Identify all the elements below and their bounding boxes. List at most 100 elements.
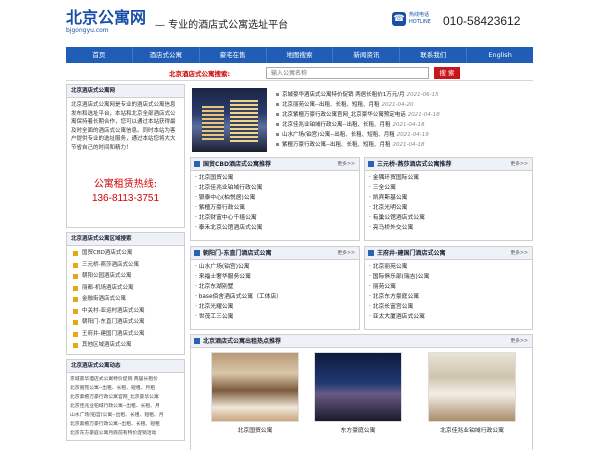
- hotline-block: 公寓租赁热线: 136-8113-3751: [67, 175, 184, 227]
- hotline-label-en: HOTLINE: [409, 19, 431, 25]
- area-item-chaoyangmen[interactable]: 朝阳门-东直门酒店式公寓: [71, 317, 180, 329]
- dynamics-item[interactable]: 山水广场(铂宫)公寓--出租、长租、短租、月: [70, 411, 181, 420]
- list-item[interactable]: · 北京财富中心千禧公寓: [195, 213, 355, 223]
- list-item[interactable]: · 有巢公馆酒店式公寓: [369, 213, 528, 223]
- apartment-photo[interactable]: [211, 352, 299, 422]
- intro-box: 北京酒店式公寓网 北京酒店式公寓网是专业的酒店式公寓信息发布和选址平台，本站和北…: [66, 84, 185, 228]
- list-item[interactable]: · 银泰中心(柏悦居)公寓: [195, 193, 355, 203]
- apartment-photo[interactable]: [314, 352, 402, 422]
- news-item[interactable]: 北京丽苑公寓--出租、长租、短租、月租 2021-04-20: [276, 100, 532, 110]
- news-item[interactable]: 北京紫檀万豪行政公寓官网_北京豪华公寓预定电话 2021-04-18: [276, 110, 532, 120]
- bullet-icon: [276, 113, 279, 116]
- list-item[interactable]: · 山水广场(铂宫)公寓: [195, 262, 355, 272]
- area-item-cbd[interactable]: 国贸CBD酒店式公寓: [71, 248, 180, 260]
- list-item[interactable]: · 北京长富宫公寓: [369, 302, 528, 312]
- list-item[interactable]: · 北京佳兆业铂域行政公寓: [195, 183, 355, 193]
- list-item[interactable]: · base佰舍酒店式公寓（工体店）: [195, 292, 355, 302]
- search-input[interactable]: [266, 67, 429, 79]
- list-item[interactable]: · 亮马桥外交公寓: [369, 223, 528, 233]
- square-bullet-icon: [73, 251, 78, 257]
- area-box: 北京酒店式公寓区域搜索 国贸CBD酒店式公寓 三元桥-燕莎酒店式公寓 朝阳公园酒…: [66, 232, 185, 355]
- list-item[interactable]: · 国际俱乐部(瑞吉)公寓: [369, 272, 528, 282]
- news-item[interactable]: 紫檀万豪行政公寓--出租、长租、短租、月租 2021-04-18: [276, 140, 532, 150]
- photo-card[interactable]: 东方豪庭公寓: [314, 352, 402, 434]
- section-sanyuanqiao: 三元桥-燕莎酒店式公寓推荐 更多>> · 金隅环贸国际公寓 · 三全公寓 · 凯宾…: [364, 157, 533, 241]
- main-nav: 首页 酒店式公寓 豪宅在售 地图搜索 新闻资讯 联系我们 English: [66, 47, 533, 63]
- dynamics-item[interactable]: 北京东方豪庭公寓月底前有特价促销活动: [70, 429, 181, 438]
- hotline-label-cn: 热线电话: [409, 12, 430, 18]
- list-item[interactable]: · 北京丽苑公寓: [369, 262, 528, 272]
- area-item-finance-street[interactable]: 金融街酒店式公寓: [71, 294, 180, 306]
- list-item[interactable]: · 凯宾斯基公寓: [369, 193, 528, 203]
- dynamics-item[interactable]: 京城豪华酒店式公寓特价促销 两居长租价: [70, 375, 181, 384]
- photo-caption[interactable]: 北京佳兆业铂域行政公寓: [428, 425, 516, 434]
- bullet-icon: [276, 123, 279, 126]
- nav-serviced-apartments[interactable]: 酒店式公寓: [133, 47, 200, 63]
- photo-caption[interactable]: 东方豪庭公寓: [314, 425, 402, 434]
- list-item[interactable]: · 北京国贸公寓: [195, 173, 355, 183]
- section-title: 朝阳门-东直门酒店式公寓 更多>>: [191, 247, 359, 260]
- more-link[interactable]: 更多>>: [510, 335, 528, 348]
- more-link[interactable]: 更多>>: [510, 247, 528, 260]
- area-item-sanyuanqiao[interactable]: 三元桥-燕莎酒店式公寓: [71, 260, 180, 272]
- square-bullet-icon: [73, 308, 78, 314]
- photo-card[interactable]: 北京佳兆业铂域行政公寓: [428, 352, 516, 434]
- dynamics-item[interactable]: 北京丽苑公寓--出租、长租、短租、月租: [70, 384, 181, 393]
- home-icon: [368, 249, 374, 256]
- list-item[interactable]: · 紫檀万豪行政公寓: [195, 203, 355, 213]
- apartment-list: · 北京丽苑公寓 · 国际俱乐部(瑞吉)公寓 · 丽苑公寓 · 北京东方豪庭公寓…: [365, 260, 532, 324]
- bullet-icon: [276, 133, 279, 136]
- list-item[interactable]: · 金隅环贸国际公寓: [369, 173, 528, 183]
- photo-caption[interactable]: 北京国贸公寓: [211, 425, 299, 434]
- dynamics-item[interactable]: 北京佳兆业铂域行政公寓--出租、长租、月: [70, 402, 181, 411]
- news-item[interactable]: 北京佳兆业铂域行政公寓--出租、长租、月租 2021-04-18: [276, 120, 532, 130]
- news-list: 京城豪华酒店式公寓特价促销 两居长租价1万元/月 2021-06-15 北京丽苑公…: [276, 90, 532, 150]
- featured-news: 京城豪华酒店式公寓特价促销 两居长租价1万元/月 2021-06-15 北京丽苑公…: [190, 86, 533, 154]
- list-item[interactable]: · 泰禾北京公馆酒店式公寓: [195, 223, 355, 233]
- more-link[interactable]: 更多>>: [337, 247, 355, 260]
- list-item[interactable]: · 北京光耀公寓: [195, 302, 355, 312]
- square-bullet-icon: [73, 297, 78, 303]
- nav-home[interactable]: 首页: [66, 47, 133, 63]
- section-title: 国贸CBD酒店式公寓推荐 更多>>: [191, 158, 359, 171]
- search-bar: 北京酒店式公寓搜索: 搜 索: [66, 64, 533, 81]
- area-item-zhongguancun[interactable]: 中关村-亚运村酒店式公寓: [71, 306, 180, 318]
- apartment-list: · 北京国贸公寓 · 北京佳兆业铂域行政公寓 · 银泰中心(柏悦居)公寓 · 紫…: [191, 171, 359, 235]
- list-item[interactable]: · 丽苑公寓: [369, 282, 528, 292]
- area-item-other[interactable]: 其他区域酒店式公寓: [71, 340, 180, 352]
- section-chaoyangmen: 朝阳门-东直门酒店式公寓 更多>> · 山水广场(铂宫)公寓 · 来福士奢华服务公…: [190, 246, 360, 330]
- list-item[interactable]: · 北京东方豪庭公寓: [369, 292, 528, 302]
- more-link[interactable]: 更多>>: [337, 158, 355, 171]
- nav-map-search[interactable]: 地图搜索: [267, 47, 334, 63]
- list-item[interactable]: · 三全公寓: [369, 183, 528, 193]
- featured-building-image[interactable]: [192, 88, 267, 152]
- news-item[interactable]: 京城豪华酒店式公寓特价促销 两居长租价1万元/月 2021-06-15: [276, 90, 532, 100]
- area-item-lido[interactable]: 丽都-机场酒店式公寓: [71, 283, 180, 295]
- list-item[interactable]: · 来福士奢华服务公寓: [195, 272, 355, 282]
- dynamics-item[interactable]: 北京紫檀万豪行政公寓--出租、长租、短租: [70, 420, 181, 429]
- nav-luxury-sale[interactable]: 豪宅在售: [200, 47, 267, 63]
- list-item[interactable]: · 北京光明公寓: [369, 203, 528, 213]
- hot-phone: 136-8113-3751: [91, 193, 160, 204]
- list-item[interactable]: · 亚太大厦酒店式公寓: [369, 312, 528, 322]
- dynamics-item[interactable]: 北京紫檀万豪行政公寓官网_北京豪华公寓: [70, 393, 181, 402]
- area-list: 国贸CBD酒店式公寓 三元桥-燕莎酒店式公寓 朝阳公园酒店式公寓 丽都-机场酒店…: [67, 246, 184, 354]
- photo-gallery: 北京国贸公寓 东方豪庭公寓 北京佳兆业铂域行政公寓: [190, 348, 533, 450]
- nav-contact[interactable]: 联系我们: [400, 47, 468, 63]
- photo-card[interactable]: 北京国贸公寓: [211, 352, 299, 434]
- more-link[interactable]: 更多>>: [510, 158, 528, 171]
- search-button[interactable]: 搜 索: [434, 67, 460, 79]
- area-item-chaoyang-park[interactable]: 朝阳公园酒店式公寓: [71, 271, 180, 283]
- list-item[interactable]: · 世茂工三公寓: [195, 312, 355, 322]
- site-logo[interactable]: 北京公寓网 bjgongyu.com: [66, 10, 146, 35]
- list-item[interactable]: · 北京东湖别墅: [195, 282, 355, 292]
- section-wangfujing: 王府井-建国门酒店式公寓 更多>> · 北京丽苑公寓 · 国际俱乐部(瑞吉)公寓 …: [364, 246, 533, 330]
- site-slogan: — 专业的酒店式公寓选址平台: [155, 20, 289, 31]
- news-item[interactable]: 山水广场(铂宫)公寓--出租、长租、短租、月租 2021-04-19: [276, 130, 532, 140]
- nav-news[interactable]: 新闻资讯: [333, 47, 401, 63]
- area-item-wangfujing[interactable]: 王府井-建国门酒店式公寓: [71, 329, 180, 341]
- nav-english[interactable]: English: [467, 47, 533, 63]
- square-bullet-icon: [73, 262, 78, 268]
- section-title: 北京酒店式公寓出租热点推荐 更多>>: [191, 335, 532, 348]
- apartment-photo[interactable]: [428, 352, 516, 422]
